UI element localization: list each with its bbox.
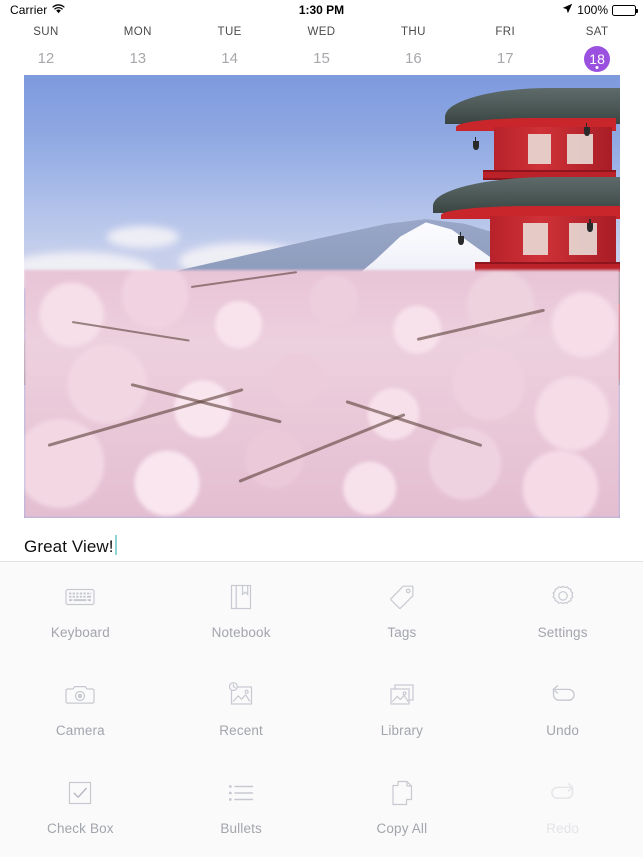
tool-keyboard[interactable]: Keyboard bbox=[0, 562, 161, 660]
gear-icon bbox=[548, 582, 578, 612]
tool-label-copy-all: Copy All bbox=[376, 821, 428, 837]
day-cell-sat[interactable]: SAT 18 bbox=[551, 20, 643, 75]
copy-icon bbox=[387, 778, 417, 808]
day-name-sun: SUN bbox=[33, 26, 59, 38]
tool-label-library: Library bbox=[380, 722, 424, 738]
day-name-tue: TUE bbox=[217, 26, 242, 38]
day-cell-thu[interactable]: THU 16 bbox=[367, 20, 459, 75]
carrier-label: Carrier bbox=[10, 3, 48, 17]
day-name-thu: THU bbox=[400, 26, 426, 38]
note-text: Great View! bbox=[24, 537, 114, 556]
battery-percent-label: 100% bbox=[577, 3, 608, 17]
day-number-thu: 16 bbox=[405, 50, 422, 67]
tool-recent[interactable]: Recent bbox=[161, 660, 322, 758]
tag-icon bbox=[387, 582, 417, 612]
app-screen: Carrier 1:30 PM 100% SUN 12 MON 13 TUE 1… bbox=[0, 0, 643, 857]
day-name-sat: SAT bbox=[585, 26, 609, 38]
day-cell-mon[interactable]: MON 13 bbox=[92, 20, 184, 75]
photo-cherry-blossoms bbox=[24, 269, 620, 518]
camera-icon bbox=[65, 680, 95, 710]
tool-bullets[interactable]: Bullets bbox=[161, 759, 322, 857]
note-text-row[interactable]: Great View! bbox=[24, 518, 619, 558]
day-cell-tue[interactable]: TUE 14 bbox=[184, 20, 276, 75]
location-arrow-icon bbox=[562, 3, 573, 17]
battery-full-icon bbox=[612, 4, 638, 16]
tool-label-checkbox: Check Box bbox=[47, 821, 114, 837]
status-bar: Carrier 1:30 PM 100% bbox=[0, 0, 643, 20]
redo-arrow-icon bbox=[548, 778, 578, 808]
day-cell-fri[interactable]: FRI 17 bbox=[459, 20, 551, 75]
day-name-fri: FRI bbox=[495, 26, 516, 38]
day-number-sun: 12 bbox=[37, 50, 55, 67]
tool-settings[interactable]: Settings bbox=[482, 562, 643, 660]
day-cell-wed[interactable]: WED 15 bbox=[276, 20, 368, 75]
tool-camera[interactable]: Camera bbox=[0, 660, 161, 758]
day-number-wed: 15 bbox=[313, 50, 330, 67]
tool-library[interactable]: Library bbox=[322, 660, 483, 758]
tool-undo[interactable]: Undo bbox=[482, 660, 643, 758]
tool-copy-all[interactable]: Copy All bbox=[322, 759, 483, 857]
recent-photo-icon bbox=[226, 680, 256, 710]
notebook-icon bbox=[226, 582, 256, 612]
day-number-mon: 13 bbox=[129, 50, 147, 67]
tool-notebook[interactable]: Notebook bbox=[161, 562, 322, 660]
tool-label-redo: Redo bbox=[546, 821, 580, 837]
photo-cloud bbox=[107, 225, 179, 248]
checkbox-icon bbox=[65, 778, 95, 808]
tool-tags[interactable]: Tags bbox=[322, 562, 483, 660]
note-photo[interactable] bbox=[24, 75, 620, 518]
week-day-selector[interactable]: SUN 12 MON 13 TUE 14 WED 15 THU 16 FRI 1… bbox=[0, 20, 643, 75]
tool-label-undo: Undo bbox=[546, 722, 580, 738]
tool-label-tags: Tags bbox=[387, 624, 417, 640]
tool-label-keyboard: Keyboard bbox=[50, 624, 110, 640]
tool-label-bullets: Bullets bbox=[220, 821, 262, 837]
day-number-tue: 14 bbox=[221, 50, 238, 67]
photo-library-icon bbox=[387, 680, 417, 710]
tool-redo[interactable]: Redo bbox=[482, 759, 643, 857]
tool-label-camera: Camera bbox=[55, 722, 105, 738]
tool-label-settings: Settings bbox=[537, 624, 588, 640]
day-name-wed: WED bbox=[307, 26, 336, 38]
keyboard-icon bbox=[65, 582, 95, 612]
tool-label-recent: Recent bbox=[219, 722, 263, 738]
status-bar-left: Carrier bbox=[10, 3, 65, 17]
wifi-icon bbox=[52, 3, 65, 17]
tool-checkbox[interactable]: Check Box bbox=[0, 759, 161, 857]
undo-arrow-icon bbox=[548, 680, 578, 710]
day-cell-sun[interactable]: SUN 12 bbox=[0, 20, 92, 75]
tool-grid: Keyboard Notebook Tags Settings Camera R… bbox=[0, 561, 643, 857]
status-bar-time: 1:30 PM bbox=[298, 3, 345, 17]
bullet-list-icon bbox=[226, 778, 256, 808]
day-number-sat-selected: 18 bbox=[584, 46, 611, 72]
day-number-fri: 17 bbox=[496, 50, 514, 67]
note-content-area[interactable]: Great View! bbox=[0, 75, 643, 561]
status-bar-right: 100% bbox=[562, 3, 638, 17]
text-caret bbox=[114, 535, 117, 555]
day-name-mon: MON bbox=[123, 26, 152, 38]
tool-label-notebook: Notebook bbox=[211, 624, 271, 640]
